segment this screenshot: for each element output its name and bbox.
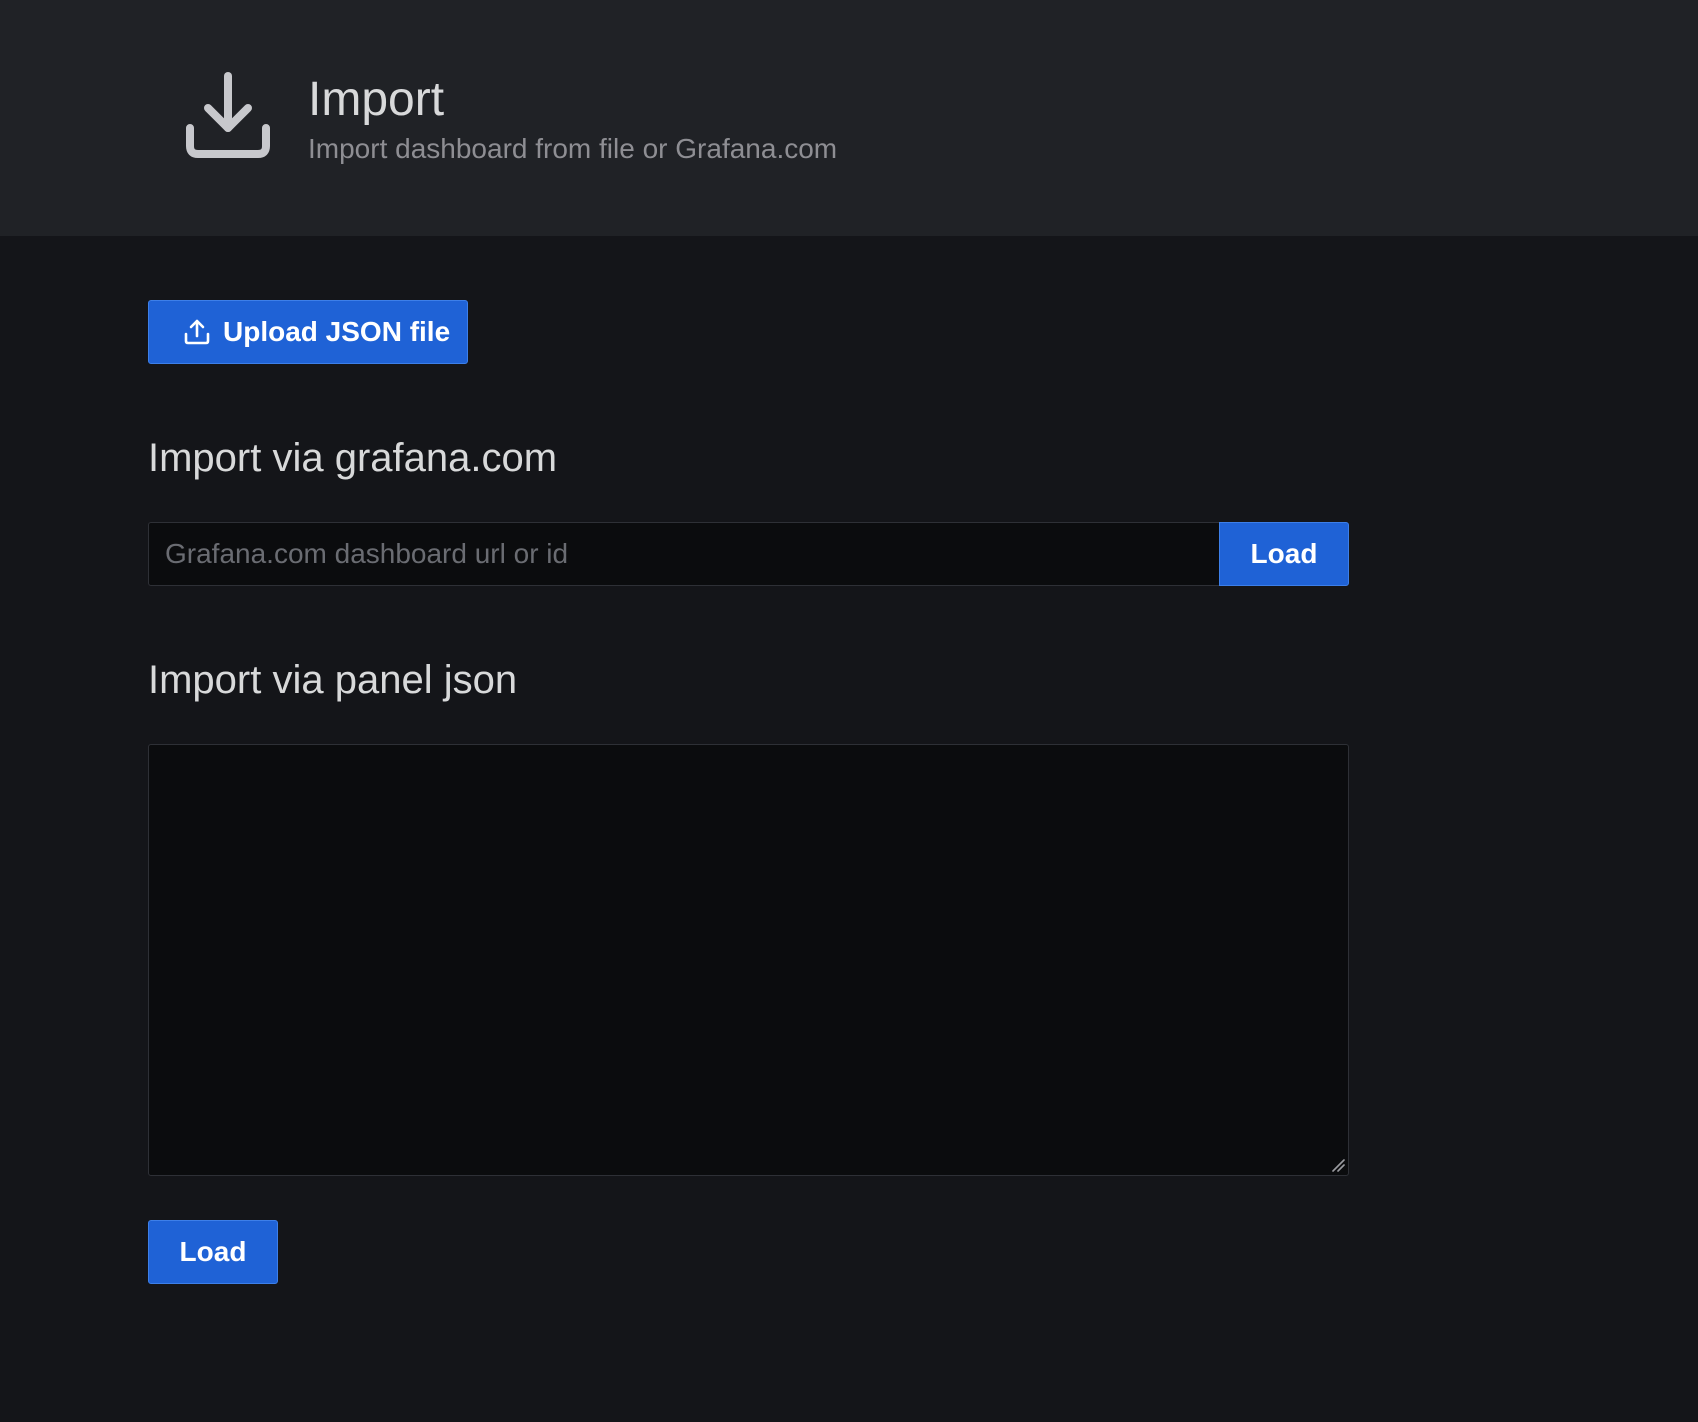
resize-grip-icon[interactable]	[1331, 1158, 1345, 1172]
import-via-panel-json-heading: Import via panel json	[148, 658, 518, 702]
upload-json-file-button[interactable]: Upload JSON file	[148, 300, 468, 364]
page-header: Import Import dashboard from file or Gra…	[0, 0, 1698, 236]
load-grafana-com-label: Load	[1250, 538, 1318, 569]
panel-json-textarea[interactable]	[148, 744, 1349, 1176]
import-via-grafana-com-heading: Import via grafana.com	[148, 436, 558, 480]
import-page: Import Import dashboard from file or Gra…	[0, 0, 1698, 1422]
load-grafana-com-button[interactable]: Load	[1219, 522, 1349, 586]
page-title: Import	[308, 73, 445, 126]
upload-icon	[184, 319, 210, 345]
load-panel-json-label: Load	[179, 1236, 247, 1267]
page-subtitle: Import dashboard from file or Grafana.co…	[308, 133, 838, 164]
upload-json-file-label: Upload JSON file	[223, 316, 451, 347]
grafana-com-url-input[interactable]	[148, 522, 1220, 586]
download-icon	[186, 72, 270, 158]
load-panel-json-button[interactable]: Load	[148, 1220, 278, 1284]
